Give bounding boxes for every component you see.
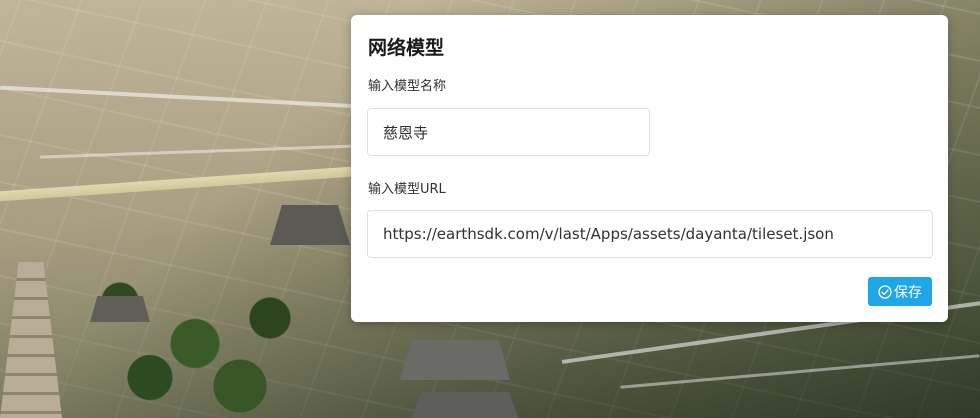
check-circle-icon [878, 284, 892, 299]
temple-roof [400, 340, 510, 380]
save-button[interactable]: 保存 [868, 277, 932, 306]
temple-roof [90, 296, 150, 322]
map-viewport[interactable]: 网络模型 输入模型名称 慈恩寺 输入模型URL https://earthsdk… [0, 0, 980, 418]
model-name-label: 输入模型名称 [368, 79, 447, 94]
map-trees [60, 250, 360, 418]
dialog-title: 网络模型 [368, 37, 445, 59]
model-name-input[interactable]: 慈恩寺 [367, 108, 650, 156]
temple-roof [270, 205, 350, 245]
model-url-label: 输入模型URL [368, 182, 446, 197]
save-button-label: 保存 [894, 284, 922, 301]
network-model-dialog: 网络模型 输入模型名称 慈恩寺 输入模型URL https://earthsdk… [351, 15, 948, 322]
temple-roof [410, 392, 520, 418]
model-url-input[interactable]: https://earthsdk.com/v/last/Apps/assets/… [367, 210, 933, 258]
